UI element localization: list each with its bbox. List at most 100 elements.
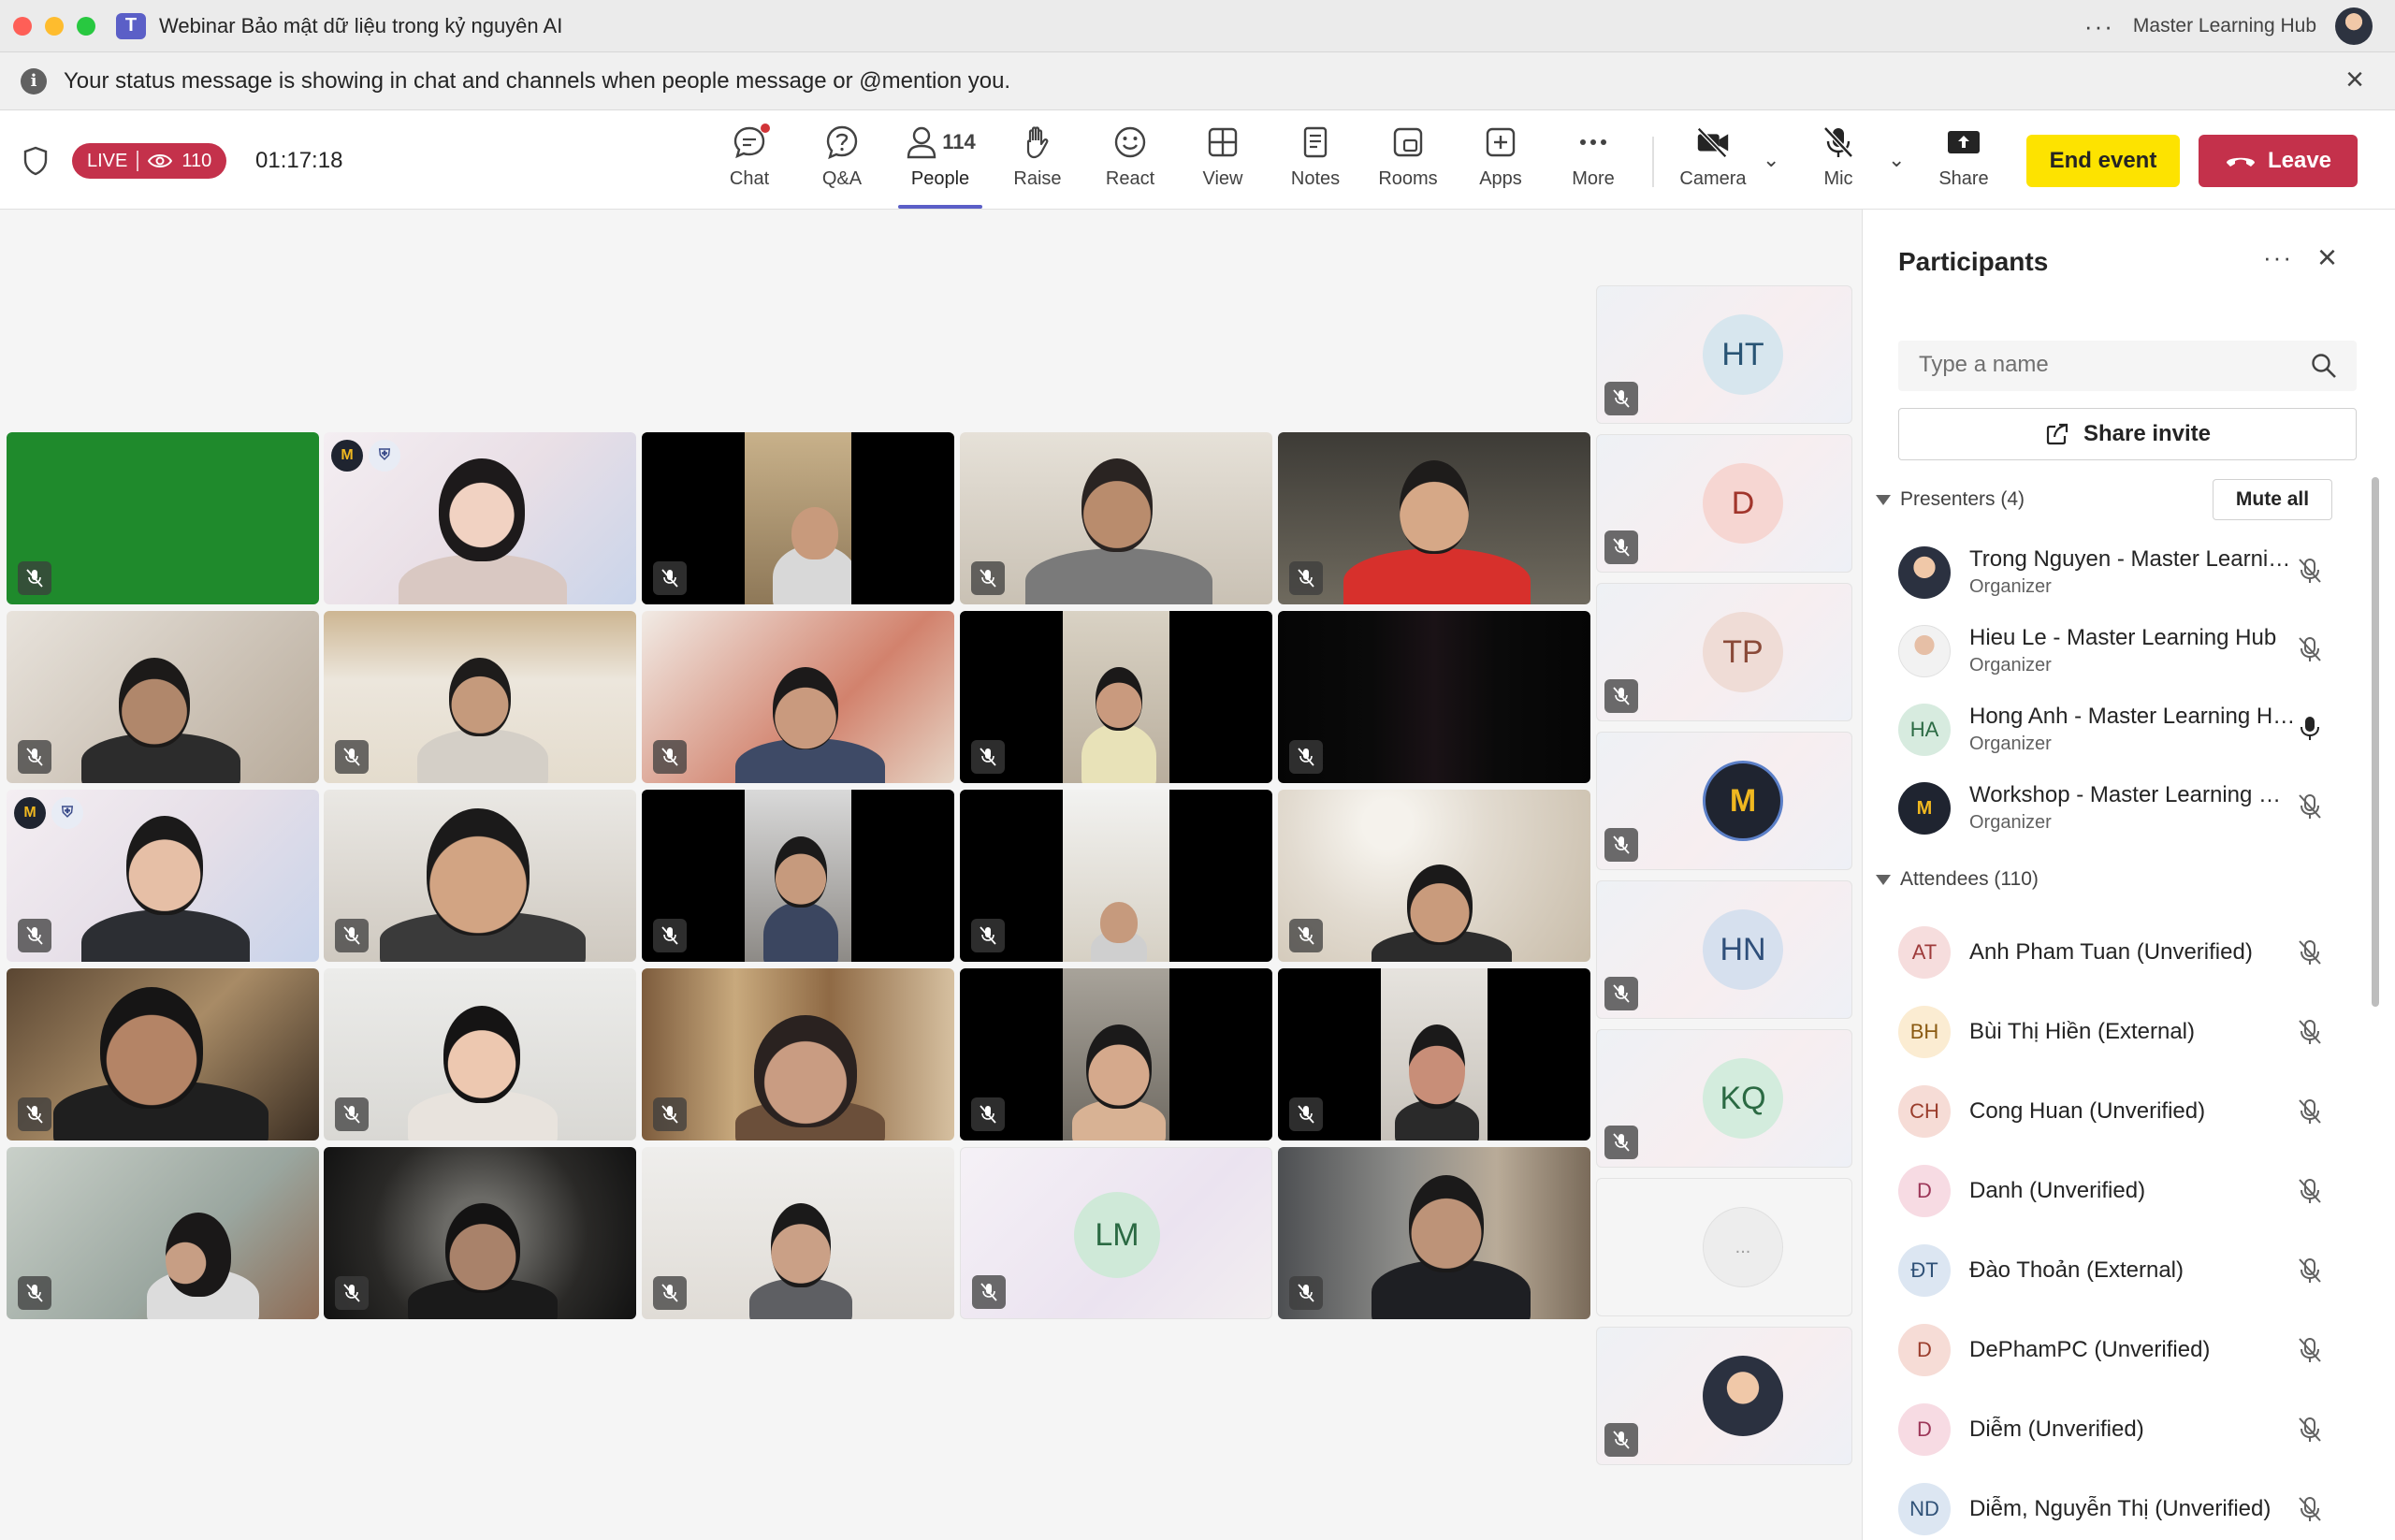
attendee-row[interactable]: ND Diễm, Nguyễn Thị (Unverified) [1898,1470,2347,1540]
video-tile[interactable]: M ⛨ [7,790,319,962]
side-participant-tile[interactable] [1596,1327,1852,1465]
more-options-icon[interactable]: ··· [2084,12,2114,41]
attendee-row[interactable]: ĐT Đào Thoản (External) [1898,1231,2347,1310]
share-button[interactable]: Share [1922,123,2006,198]
overflow-participants-tile[interactable]: ... [1596,1178,1852,1316]
mic-off-icon[interactable] [2295,937,2325,967]
video-tile[interactable]: M ⛨ [324,432,636,604]
attendee-name: DePhamPC (Unverified) [1969,1337,2211,1362]
video-tile[interactable] [1278,611,1590,783]
mic-button[interactable]: Mic [1796,123,1880,198]
notes-button[interactable]: Notes [1273,123,1357,198]
video-tile[interactable] [642,432,954,604]
panel-close-icon[interactable]: × [2317,238,2337,277]
attendee-row[interactable]: AT Anh Pham Tuan (Unverified) [1898,913,2347,992]
mic-off-icon[interactable] [2295,1017,2325,1047]
banner-close-icon[interactable]: × [2339,64,2371,97]
attendee-initials: BH [1898,1006,1951,1058]
mic-off-icon[interactable] [2295,792,2325,821]
video-tile[interactable] [1278,790,1590,962]
side-participant-tile[interactable]: TP [1596,583,1852,721]
panel-more-icon[interactable]: ··· [2263,243,2293,272]
overflow-indicator: ... [1703,1207,1783,1287]
video-tile[interactable] [960,968,1272,1140]
mic-off-icon[interactable] [2295,1494,2325,1524]
video-tile[interactable] [642,1147,954,1319]
mic-off-icon[interactable] [2295,1335,2325,1365]
video-tile[interactable] [7,611,319,783]
apps-button[interactable]: Apps [1459,123,1543,198]
camera-options-chevron-icon[interactable]: ⌄ [1763,148,1779,172]
close-window-button[interactable] [13,16,32,36]
attendee-row[interactable]: CH Cong Huan (Unverified) [1898,1072,2347,1151]
attendee-row[interactable]: BH Bùi Thị Hiền (External) [1898,993,2347,1071]
attendee-row[interactable]: D DePhamPC (Unverified) [1898,1311,2347,1389]
muted-mic-icon [18,1097,51,1131]
video-tile[interactable] [642,790,954,962]
qa-button[interactable]: Q&A [800,123,884,198]
search-icon[interactable] [2310,352,2338,380]
zoom-window-button[interactable] [77,16,95,36]
mic-off-icon[interactable] [2295,556,2325,586]
react-button[interactable]: React [1088,123,1172,198]
mic-off-icon[interactable] [2295,1256,2325,1286]
mic-off-icon[interactable] [2295,1097,2325,1126]
unread-dot [761,123,770,133]
mic-options-chevron-icon[interactable]: ⌄ [1888,148,1905,172]
end-event-button[interactable]: End event [2026,135,2180,187]
video-tile[interactable] [1278,1147,1590,1319]
video-tile[interactable] [960,790,1272,962]
side-participant-tile[interactable]: KQ [1596,1029,1852,1168]
share-icon [2046,423,2068,445]
attendee-row[interactable]: D Diễm (Unverified) [1898,1390,2347,1469]
video-tile[interactable] [1278,432,1590,604]
mic-off-icon[interactable] [2295,1176,2325,1206]
side-participant-tile[interactable]: M [1596,732,1852,870]
presenter-row[interactable]: HA Hong Anh - Master Learning Hub Organi… [1898,690,2347,765]
share-invite-button[interactable]: Share invite [1898,408,2357,460]
presenter-row[interactable]: M Workshop - Master Learning Hub Organiz… [1898,769,2347,844]
video-tile[interactable] [7,968,319,1140]
video-tile[interactable] [324,968,636,1140]
attendee-row[interactable]: D Danh (Unverified) [1898,1152,2347,1230]
video-tile[interactable] [324,611,636,783]
presenter-role: Organizer [1969,655,2052,676]
mic-off-icon[interactable] [2295,634,2325,664]
video-tile[interactable]: LM [960,1147,1272,1319]
panel-scrollbar[interactable] [2372,477,2379,1007]
mic-off-icon[interactable] [2295,1415,2325,1445]
more-button[interactable]: More [1551,123,1635,198]
muted-mic-icon [1604,977,1638,1010]
side-participant-tile[interactable]: D [1596,434,1852,573]
video-tile[interactable] [642,611,954,783]
video-tile[interactable] [324,790,636,962]
video-tile[interactable] [642,968,954,1140]
video-tile[interactable] [7,1147,319,1319]
camera-button[interactable]: Camera [1671,123,1755,198]
leave-button[interactable]: Leave [2199,135,2358,187]
video-tile[interactable] [960,432,1272,604]
chat-label: Chat [729,168,770,189]
view-button[interactable]: View [1181,123,1265,198]
side-participant-tile[interactable]: HT [1596,285,1852,424]
muted-mic-icon [972,1275,1006,1309]
presenter-row[interactable]: Hieu Le - Master Learning Hub Organizer [1898,612,2347,687]
rooms-button[interactable]: Rooms [1366,123,1450,198]
mic-on-icon[interactable] [2295,713,2325,743]
participant-search-input[interactable] [1898,341,2357,391]
people-button[interactable]: 114 People [898,123,982,198]
minimize-window-button[interactable] [45,16,64,36]
chat-button[interactable]: Chat [707,123,791,198]
presenters-section-toggle[interactable]: Presenters (4) [1876,488,2025,511]
attendees-section-toggle[interactable]: Attendees (110) [1876,868,2039,891]
shield-icon[interactable] [22,146,49,176]
raise-hand-button[interactable]: Raise [995,123,1080,198]
side-participant-tile[interactable]: HN [1596,880,1852,1019]
video-tile[interactable] [7,432,319,604]
video-tile[interactable] [1278,968,1590,1140]
presenter-row[interactable]: Trong Nguyen - Master Learning Hub Organ… [1898,533,2347,608]
video-tile[interactable] [960,611,1272,783]
video-tile[interactable] [324,1147,636,1319]
profile-avatar[interactable] [2335,7,2373,45]
mute-all-button[interactable]: Mute all [2213,479,2332,520]
